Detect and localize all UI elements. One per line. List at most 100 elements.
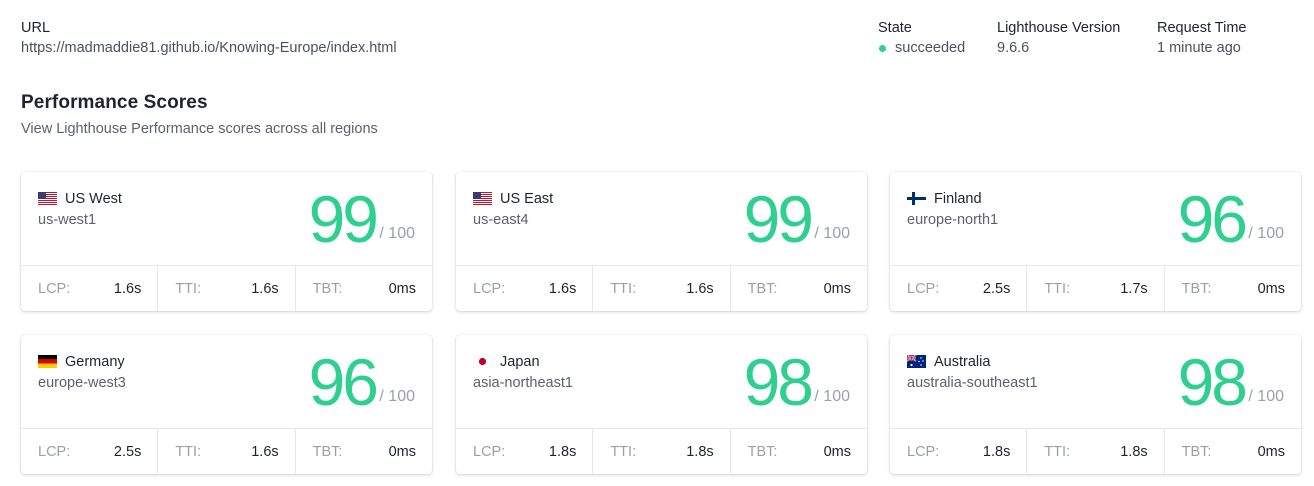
metric-value: 0ms <box>823 443 851 460</box>
metric-tti: TTI: 1.6s <box>158 429 296 474</box>
metric-label: TTI: <box>1044 443 1071 460</box>
metric-value: 1.6s <box>113 280 142 297</box>
metrics-row: LCP: 1.6s TTI: 1.6s TBT: 0ms <box>456 265 867 311</box>
section-subtitle: View Lighthouse Performance scores acros… <box>21 121 378 137</box>
region-card-us-west[interactable]: US West us-west1 99/ 100 LCP: 1.6s TTI: 1.6s TB… <box>21 172 432 311</box>
japan-flag-icon <box>473 355 492 368</box>
metric-value: 0ms <box>388 280 416 297</box>
metric-value: 1.6s <box>251 443 279 460</box>
metric-label: TBT: <box>1181 443 1212 460</box>
metric-label: LCP: <box>907 443 940 460</box>
card-header: US East us-east4 99/ 100 <box>456 172 867 265</box>
metric-value: 1.8s <box>686 443 714 460</box>
metric-value: 0ms <box>388 443 416 460</box>
metric-value: 2.5s <box>982 280 1011 297</box>
url-block: URL https://madmaddie81.github.io/Knowin… <box>21 18 397 58</box>
card-header: Australia australia-southeast1 98/ 100 <box>890 335 1301 428</box>
metric-value: 1.6s <box>686 280 714 297</box>
region-name: Germany <box>65 354 125 370</box>
card-header: Germany europe-west3 96/ 100 <box>21 335 432 428</box>
card-header: Finland europe-north1 96/ 100 <box>890 172 1301 265</box>
metric-lcp: LCP: 1.6s <box>21 266 159 311</box>
metric-label: LCP: <box>907 280 940 297</box>
url-value[interactable]: https://madmaddie81.github.io/Knowing-Eu… <box>21 38 397 58</box>
metric-tti: TTI: 1.6s <box>593 266 731 311</box>
region-card-japan[interactable]: Japan asia-northeast1 98/ 100 LCP: 1.8s TTI: 1… <box>456 335 867 474</box>
score-max: / 100 <box>814 388 850 405</box>
metric-tbt: TBT: 0ms <box>731 266 867 311</box>
region-code: us-west1 <box>38 212 97 228</box>
metric-tbt: TBT: 0ms <box>296 266 432 311</box>
state-block: State succeeded <box>878 18 965 58</box>
metric-label: LCP: <box>38 443 71 460</box>
card-header: Japan asia-northeast1 98/ 100 <box>456 335 867 428</box>
performance-score: 96 <box>1177 182 1248 256</box>
metric-tbt: TBT: 0ms <box>1165 429 1301 474</box>
metric-label: LCP: <box>473 443 506 460</box>
metric-label: LCP: <box>38 280 71 297</box>
metric-value: 0ms <box>1257 280 1285 297</box>
section-title: Performance Scores <box>21 92 208 113</box>
us-flag-icon <box>38 192 57 205</box>
region-code: australia-southeast1 <box>907 375 1038 391</box>
region-card-us-east[interactable]: US East us-east4 99/ 100 LCP: 1.6s TTI: 1.6s TB… <box>456 172 867 311</box>
australia-flag-icon <box>907 355 926 368</box>
metric-tti: TTI: 1.7s <box>1027 266 1165 311</box>
metric-tbt: TBT: 0ms <box>1165 266 1301 311</box>
metric-lcp: LCP: 2.5s <box>21 429 159 474</box>
region-card-finland[interactable]: Finland europe-north1 96/ 100 LCP: 2.5s TTI: 1… <box>890 172 1301 311</box>
metric-label: TTI: <box>610 443 637 460</box>
metric-value: 1.6s <box>548 280 577 297</box>
metrics-row: LCP: 1.8s TTI: 1.8s TBT: 0ms <box>890 428 1301 474</box>
performance-score: 96 <box>308 345 379 419</box>
metric-lcp: LCP: 1.8s <box>456 429 594 474</box>
version-label: Lighthouse Version <box>997 20 1121 36</box>
finland-flag-icon <box>907 192 926 205</box>
metric-lcp: LCP: 1.8s <box>890 429 1028 474</box>
score-max: / 100 <box>814 225 850 242</box>
performance-score: 99 <box>743 182 814 256</box>
metric-label: TBT: <box>312 280 343 297</box>
version-block: Lighthouse Version 9.6.6 <box>997 18 1120 58</box>
metric-tbt: TBT: 0ms <box>296 429 432 474</box>
score-max: / 100 <box>379 225 415 242</box>
version-value: 9.6.6 <box>997 40 1030 56</box>
request-time-label: Request Time <box>1157 20 1247 36</box>
region-code: us-east4 <box>473 212 529 228</box>
region-card-germany[interactable]: Germany europe-west3 96/ 100 LCP: 2.5s TTI: 1.… <box>21 335 432 474</box>
metrics-row: LCP: 1.8s TTI: 1.8s TBT: 0ms <box>456 428 867 474</box>
region-code: asia-northeast1 <box>473 375 573 391</box>
metric-label: TTI: <box>175 280 202 297</box>
metrics-row: LCP: 1.6s TTI: 1.6s TBT: 0ms <box>21 265 432 311</box>
card-header: US West us-west1 99/ 100 <box>21 172 432 265</box>
region-card-australia[interactable]: Australia australia-southeast1 98/ 100 LCP:… <box>890 335 1301 474</box>
metric-value: 1.6s <box>251 280 279 297</box>
metrics-row: LCP: 2.5s TTI: 1.6s TBT: 0ms <box>21 428 432 474</box>
score-max: / 100 <box>1248 388 1284 405</box>
url-label: URL <box>21 20 51 36</box>
metric-label: TBT: <box>747 443 778 460</box>
metric-tti: TTI: 1.8s <box>593 429 731 474</box>
germany-flag-icon <box>38 355 57 368</box>
request-time-value: 1 minute ago <box>1157 40 1241 56</box>
metric-lcp: LCP: 2.5s <box>890 266 1028 311</box>
metric-label: TTI: <box>175 443 202 460</box>
score-max: / 100 <box>379 388 415 405</box>
region-name: US East <box>500 191 554 207</box>
score-max: / 100 <box>1248 225 1284 242</box>
region-name: US West <box>65 191 122 207</box>
performance-score: 98 <box>1177 345 1248 419</box>
metric-label: LCP: <box>473 280 506 297</box>
us-flag-icon <box>473 192 492 205</box>
metric-label: TBT: <box>1181 280 1212 297</box>
metric-value: 0ms <box>1257 443 1285 460</box>
region-name: Finland <box>934 191 982 207</box>
metric-lcp: LCP: 1.6s <box>456 266 594 311</box>
metric-label: TBT: <box>312 443 343 460</box>
report-header: URL https://madmaddie81.github.io/Knowin… <box>21 18 1314 58</box>
state-value: succeeded <box>895 40 966 56</box>
region-code: europe-north1 <box>907 212 999 228</box>
request-time-block: Request Time 1 minute ago <box>1157 18 1246 58</box>
performance-score: 98 <box>743 345 814 419</box>
metric-value: 1.8s <box>982 443 1011 460</box>
